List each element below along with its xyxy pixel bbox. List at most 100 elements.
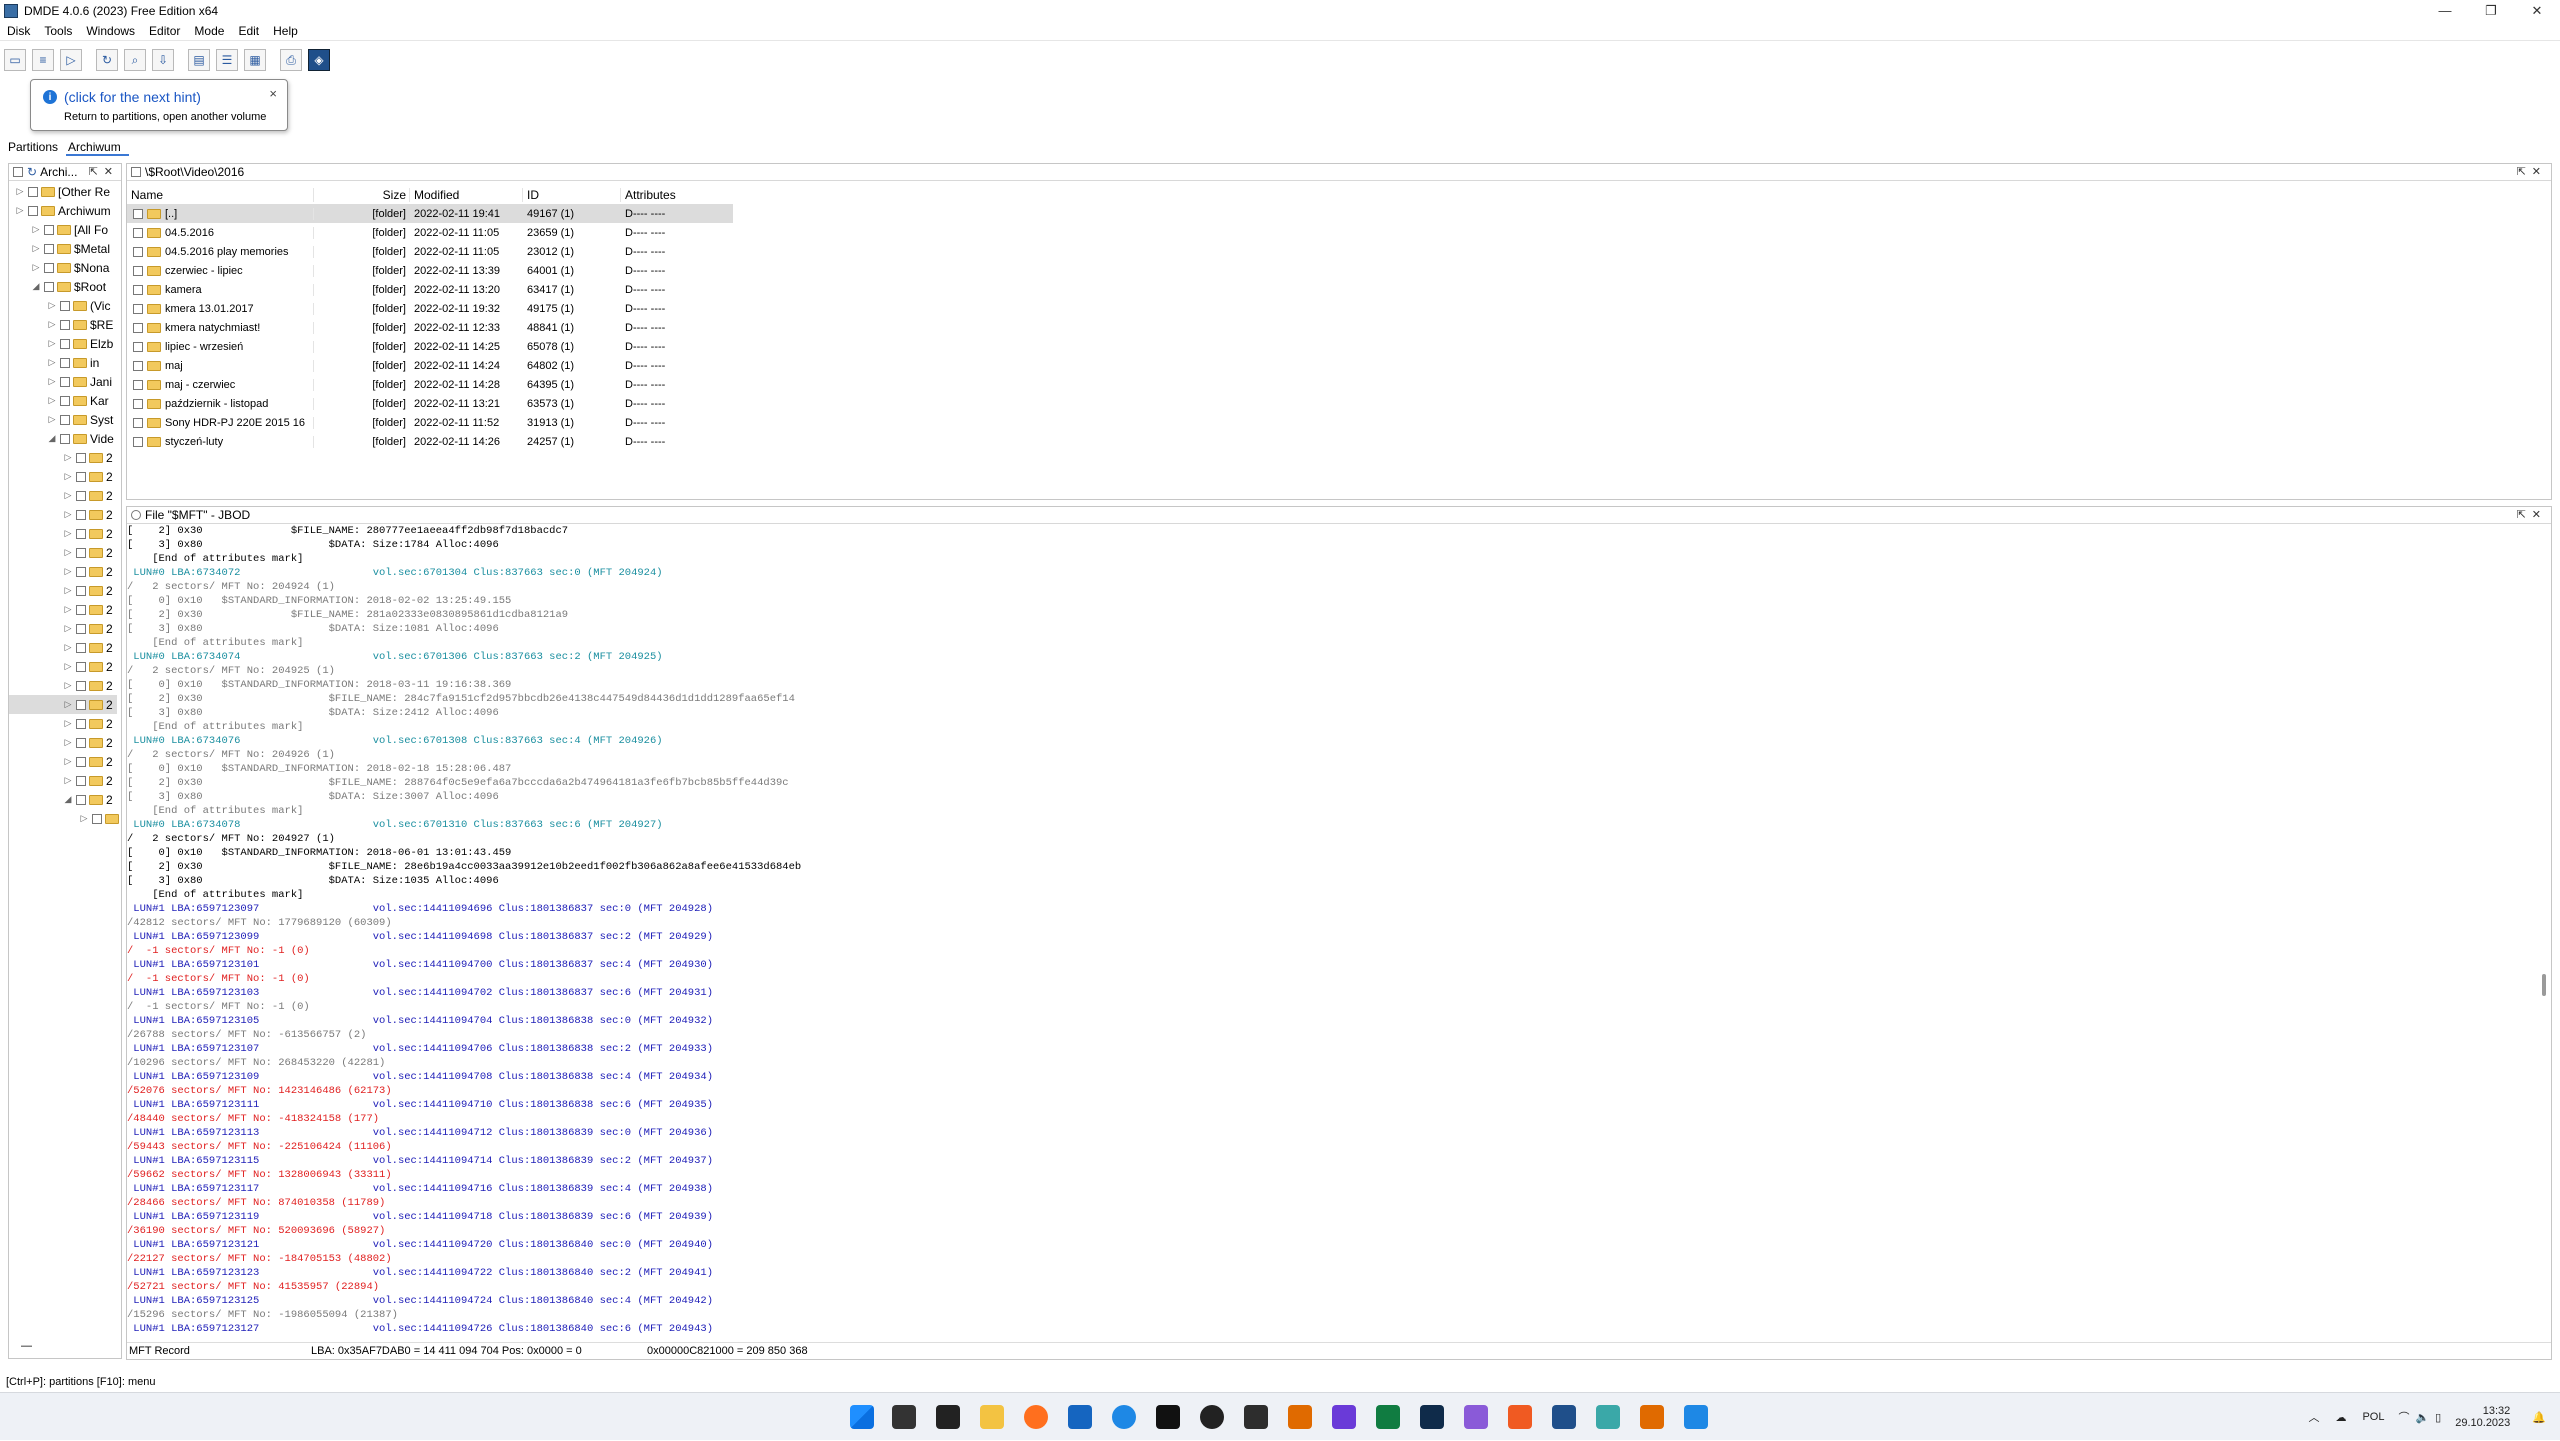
- row-checkbox[interactable]: [133, 322, 143, 333]
- tree-item-checkbox[interactable]: [60, 300, 70, 311]
- expand-icon[interactable]: ▷: [63, 737, 73, 748]
- menu-mode[interactable]: Mode: [187, 24, 231, 38]
- tree-item-checkbox[interactable]: [92, 813, 102, 824]
- app-icon-tree[interactable]: [1420, 1405, 1444, 1429]
- tree-item-checkbox[interactable]: [44, 281, 54, 292]
- view-icon[interactable]: ▦: [244, 49, 266, 71]
- tree-item[interactable]: ▷2: [79, 809, 121, 828]
- table-row[interactable]: [..] [folder] 2022-02-11 19:41 49167 (1) D--…: [127, 204, 733, 223]
- tree-item-checkbox[interactable]: [76, 547, 86, 558]
- tree-item-checkbox[interactable]: [60, 433, 70, 444]
- tree-item-checkbox[interactable]: [76, 566, 86, 577]
- tree-item[interactable]: ▷2: [63, 752, 113, 771]
- outlook-icon[interactable]: [1068, 1405, 1092, 1429]
- refresh-icon[interactable]: ↻: [96, 49, 118, 71]
- tree-item-checkbox[interactable]: [60, 414, 70, 425]
- tree-item[interactable]: ▷ Elzb: [47, 334, 114, 353]
- expand-icon[interactable]: ▷: [63, 471, 73, 482]
- tree-item-checkbox[interactable]: [76, 794, 86, 805]
- tree-item[interactable]: ▷ Kar: [47, 391, 109, 410]
- expand-icon[interactable]: ▷: [63, 585, 73, 596]
- task-view-icon[interactable]: [892, 1405, 916, 1429]
- col-id[interactable]: ID: [523, 187, 621, 202]
- menu-windows[interactable]: Windows: [79, 24, 142, 38]
- clock[interactable]: 13:32 29.10.2023: [2455, 1405, 2510, 1429]
- table-row[interactable]: październik - listopad [folder] 2022-02-11…: [127, 394, 733, 413]
- app-icon-grid[interactable]: [1508, 1405, 1532, 1429]
- search-icon[interactable]: ⌕: [124, 49, 146, 71]
- tree-item[interactable]: ▷2: [63, 657, 113, 676]
- refresh-icon[interactable]: ↻: [27, 165, 37, 179]
- tree-item-checkbox[interactable]: [76, 680, 86, 691]
- tree-item[interactable]: ▷2: [63, 467, 113, 486]
- tree-item-checkbox[interactable]: [28, 205, 38, 216]
- tree-panel-controls-icon[interactable]: ⇱✕: [89, 165, 119, 178]
- expand-icon[interactable]: ▷: [47, 300, 57, 311]
- tree-item[interactable]: ▷2: [63, 524, 113, 543]
- print-icon[interactable]: ⎙: [280, 49, 302, 71]
- network-icon[interactable]: ⌒: [2398, 1409, 2409, 1425]
- partitions-icon[interactable]: ≡: [32, 49, 54, 71]
- expand-icon[interactable]: ▷: [63, 699, 73, 710]
- expand-icon[interactable]: ▷: [63, 490, 73, 501]
- app-icon-puzzle[interactable]: [1596, 1405, 1620, 1429]
- expand-icon[interactable]: ▷: [79, 813, 89, 824]
- play-icon[interactable]: ▷: [60, 49, 82, 71]
- app-icon-d2[interactable]: [1640, 1405, 1664, 1429]
- expand-icon[interactable]: ▷: [63, 547, 73, 558]
- firefox-icon[interactable]: [1024, 1405, 1048, 1429]
- mft-checkbox[interactable]: [131, 510, 141, 520]
- tree-item[interactable]: ▷2: [63, 733, 113, 752]
- expand-icon[interactable]: ▷: [63, 566, 73, 577]
- tree-item-checkbox[interactable]: [76, 490, 86, 501]
- row-checkbox[interactable]: [133, 379, 143, 390]
- menu-help[interactable]: Help: [266, 24, 305, 38]
- notification-bell-icon[interactable]: 🔔: [2532, 1411, 2546, 1424]
- expand-icon[interactable]: ▷: [63, 756, 73, 767]
- tree-item[interactable]: ▷ Archiwum: [15, 201, 111, 220]
- table-row[interactable]: maj [folder] 2022-02-11 14:24 64802 (1) D---…: [127, 356, 733, 375]
- table-row[interactable]: styczeń-luty [folder] 2022-02-11 14:26 2425…: [127, 432, 733, 451]
- row-checkbox[interactable]: [133, 208, 143, 219]
- row-checkbox[interactable]: [133, 246, 143, 257]
- tree-item-checkbox[interactable]: [76, 737, 86, 748]
- mft-scrollbar[interactable]: [2542, 974, 2546, 996]
- tree-item[interactable]: ▷ Syst: [47, 410, 114, 429]
- row-checkbox[interactable]: [133, 284, 143, 295]
- expand-icon[interactable]: ▷: [63, 604, 73, 615]
- row-checkbox[interactable]: [133, 436, 143, 447]
- tree-item-checkbox[interactable]: [44, 224, 54, 235]
- tree-item[interactable]: ▷ in: [47, 353, 100, 372]
- tree-item[interactable]: ▷2: [9, 695, 117, 714]
- tree-item[interactable]: ▷2: [63, 600, 113, 619]
- tree-item[interactable]: ▷ (Vic: [47, 296, 111, 315]
- col-attributes[interactable]: Attributes: [621, 188, 721, 202]
- tree-item[interactable]: ▷ Jani: [47, 372, 112, 391]
- expand-icon[interactable]: ▷: [47, 376, 57, 387]
- volume-icon[interactable]: 🔈: [2415, 1411, 2429, 1424]
- row-checkbox[interactable]: [133, 265, 143, 276]
- maximize-button[interactable]: ❐: [2468, 0, 2514, 21]
- tree-item-checkbox[interactable]: [76, 452, 86, 463]
- table-row[interactable]: kmera natychmiast! [folder] 2022-02-11 12:…: [127, 318, 733, 337]
- tree-item[interactable]: ▷ $Nona: [31, 258, 110, 277]
- expand-icon[interactable]: ▷: [47, 338, 57, 349]
- file-explorer-icon[interactable]: [980, 1405, 1004, 1429]
- menu-tools[interactable]: Tools: [37, 24, 79, 38]
- battery-icon[interactable]: ▯: [2435, 1411, 2441, 1424]
- tree-item[interactable]: ◢ $Root: [31, 277, 107, 296]
- browser-icon[interactable]: [1112, 1405, 1136, 1429]
- tree-item-checkbox[interactable]: [76, 528, 86, 539]
- col-size[interactable]: Size: [314, 187, 410, 202]
- menu-edit[interactable]: Edit: [231, 24, 266, 38]
- table-row[interactable]: 04.5.2016 [folder] 2022-02-11 11:05 23659 (…: [127, 223, 733, 242]
- table-row[interactable]: maj - czerwiec [folder] 2022-02-11 14:28 64…: [127, 375, 733, 394]
- list-icon[interactable]: ☰: [216, 49, 238, 71]
- expand-icon[interactable]: ▷: [47, 395, 57, 406]
- col-name[interactable]: Name: [127, 187, 314, 202]
- row-checkbox[interactable]: [133, 341, 143, 352]
- expand-icon[interactable]: ▷: [63, 528, 73, 539]
- tree-item-checkbox[interactable]: [76, 756, 86, 767]
- tree-item-checkbox[interactable]: [44, 262, 54, 273]
- language-indicator[interactable]: POL: [2362, 1411, 2384, 1423]
